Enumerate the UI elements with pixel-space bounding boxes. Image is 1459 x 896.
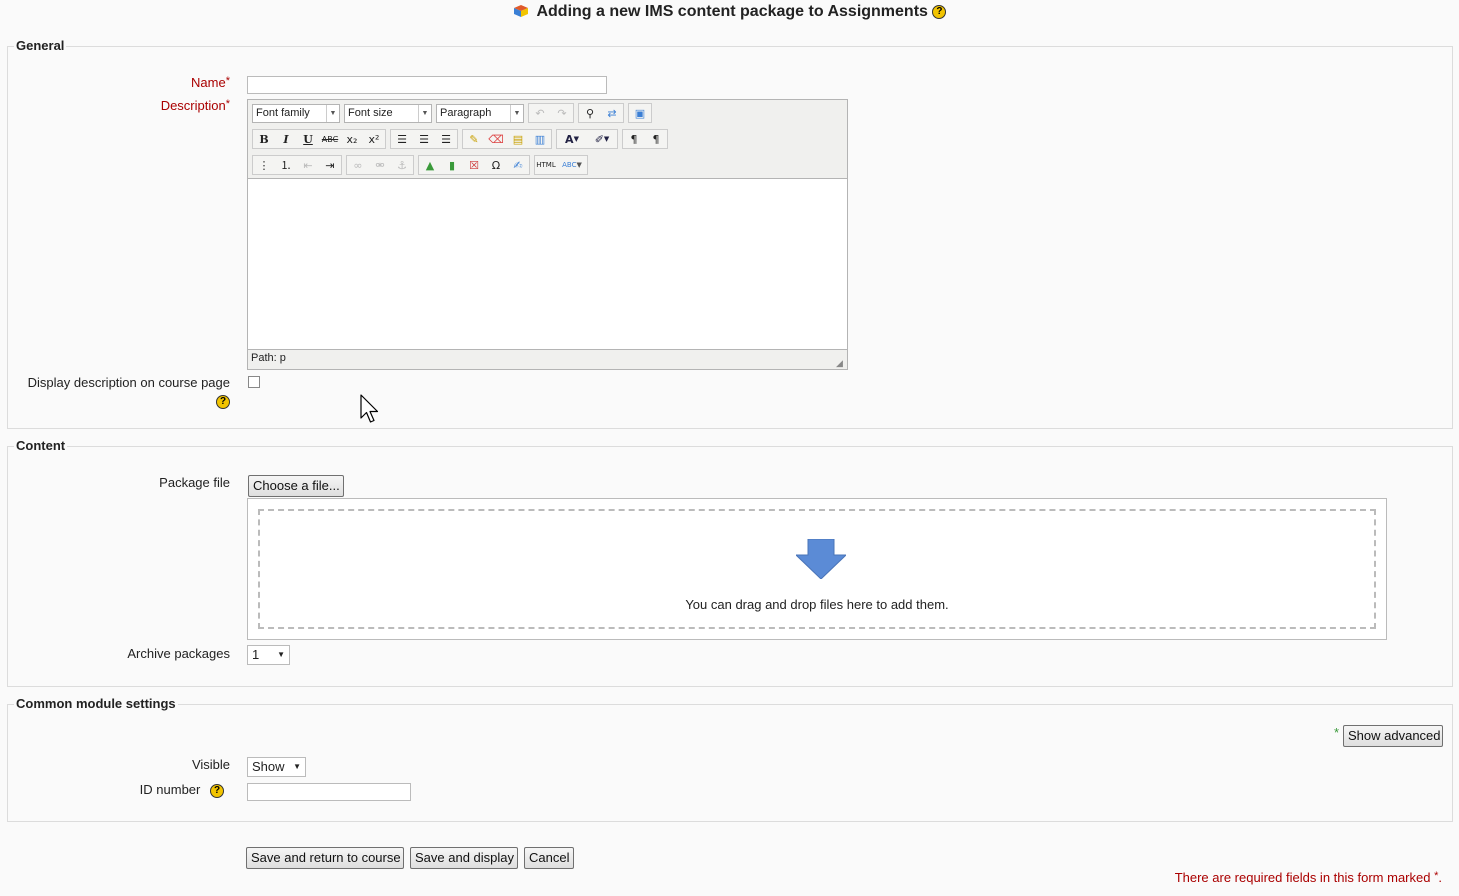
display-description-checkbox[interactable] xyxy=(248,376,260,388)
image-icon[interactable]: ▲ xyxy=(419,156,441,174)
mouse-cursor-icon xyxy=(360,394,379,423)
name-label: Name* xyxy=(191,75,230,90)
align-left-icon[interactable]: ☰ xyxy=(391,130,413,148)
package-file-label: Package file xyxy=(159,475,230,490)
omega-icon[interactable]: Ω xyxy=(485,156,507,174)
page-title-text: Adding a new IMS content package to Assi… xyxy=(536,3,928,20)
direction-group: ¶ ¶ xyxy=(622,129,668,149)
fullscreen-icon[interactable]: ▣ xyxy=(629,104,651,122)
bullet-list-icon[interactable]: ⋮ xyxy=(253,156,275,174)
strikethrough-button[interactable]: ABC xyxy=(319,130,341,148)
save-display-button[interactable]: Save and display xyxy=(410,847,518,869)
general-section: General Name* Description* Font family ▼ … xyxy=(7,38,1453,429)
common-settings-section: Common module settings * Show advanced V… xyxy=(7,696,1453,822)
editor-path: Path: p xyxy=(251,352,286,364)
page-title: Adding a new IMS content package to Assi… xyxy=(0,3,1459,21)
archive-packages-label: Archive packages xyxy=(127,646,230,661)
eraser-icon[interactable]: ⌫ xyxy=(485,130,507,148)
paste-word-icon[interactable]: ▥ xyxy=(529,130,551,148)
italic-button[interactable]: I xyxy=(275,130,297,148)
help-icon[interactable]: ? xyxy=(216,394,230,409)
chevron-down-icon: ▼ xyxy=(510,104,523,122)
choose-file-button[interactable]: Choose a file... xyxy=(248,475,344,497)
text-color-icon[interactable]: A ▼ xyxy=(557,130,587,148)
archive-packages-select[interactable]: 1 ▼ xyxy=(247,645,290,665)
advanced-marker: * xyxy=(1334,725,1340,740)
undo-redo-group: ↶ ↷ xyxy=(528,103,574,123)
help-icon[interactable]: ? xyxy=(210,783,224,798)
nolink-icon[interactable]: ☒ xyxy=(463,156,485,174)
spellcheck-icon[interactable]: ABC ▼ xyxy=(557,156,587,174)
media-icon[interactable]: ▮ xyxy=(441,156,463,174)
chevron-down-icon: ▼ xyxy=(277,650,285,659)
chevron-down-icon: ▼ xyxy=(293,762,301,771)
format-group: B I U ABC x₂ x² xyxy=(252,129,386,149)
numbered-list-icon[interactable]: ⒈ xyxy=(275,156,297,174)
align-center-icon[interactable]: ☰ xyxy=(413,130,435,148)
chevron-down-icon: ▼ xyxy=(326,104,339,122)
rtl-icon[interactable]: ¶ xyxy=(645,130,667,148)
general-legend: General xyxy=(14,38,67,53)
bold-button[interactable]: B xyxy=(253,130,275,148)
description-textarea[interactable] xyxy=(248,178,847,350)
idnumber-label: ID number ? xyxy=(140,782,224,798)
name-input[interactable] xyxy=(247,76,607,94)
drop-arrow-icon xyxy=(796,539,846,579)
highlight-color-icon[interactable]: ✐ ▼ xyxy=(587,130,617,148)
common-settings-legend: Common module settings xyxy=(14,696,178,711)
editor-toolbar-row-1: Font family ▼ Font size ▼ Paragraph ▼ ↶ ↷ ⚲… xyxy=(252,102,656,124)
font-size-select[interactable]: Font size ▼ xyxy=(344,103,432,123)
content-legend: Content xyxy=(14,438,68,453)
outdent-icon[interactable]: ⇤ xyxy=(297,156,319,174)
superscript-button[interactable]: x² xyxy=(363,130,385,148)
html-button[interactable]: HTML xyxy=(535,156,557,174)
help-icon[interactable]: ? xyxy=(932,4,947,19)
show-advanced-button[interactable]: Show advanced xyxy=(1343,725,1443,747)
cancel-button[interactable]: Cancel xyxy=(524,847,574,869)
editor-toolbar-row-2: B I U ABC x₂ x² ☰ ☰ ☰ ✎ ⌫ ▤ ▥ A ▼ ✐ ▼ ¶ … xyxy=(252,128,672,150)
paste-text-icon[interactable]: ▤ xyxy=(507,130,529,148)
undo-icon[interactable]: ↶ xyxy=(529,104,551,122)
display-description-label: Display description on course page ? xyxy=(27,375,230,409)
cleanup-icon[interactable]: ✎ xyxy=(463,130,485,148)
idnumber-input[interactable] xyxy=(247,783,411,801)
content-section: Content Package file Choose a file... Yo… xyxy=(7,438,1453,687)
editor-toolbar-row-3: ⋮ ⒈ ⇤ ⇥ ∞ ⚮ ⚓ ▲ ▮ ☒ Ω ✍ HTML ABC ▼ xyxy=(252,154,592,176)
required-fields-note: There are required fields in this form m… xyxy=(1174,870,1442,885)
resize-handle-icon[interactable]: ◢ xyxy=(836,358,846,368)
font-family-select[interactable]: Font family ▼ xyxy=(252,103,340,123)
visible-label: Visible xyxy=(191,757,230,772)
color-group: A ▼ ✐ ▼ xyxy=(556,129,618,149)
anchor-icon[interactable]: ⚓ xyxy=(391,156,413,174)
link-group: ∞ ⚮ ⚓ xyxy=(346,155,414,175)
fullscreen-group: ▣ xyxy=(628,103,652,123)
align-right-icon[interactable]: ☰ xyxy=(435,130,457,148)
search-group: ⚲ ⇄ xyxy=(578,103,624,123)
indent-icon[interactable]: ⇥ xyxy=(319,156,341,174)
equation-icon[interactable]: ✍ xyxy=(507,156,529,174)
save-return-button[interactable]: Save and return to course xyxy=(246,847,404,869)
paragraph-select[interactable]: Paragraph ▼ xyxy=(436,103,524,123)
list-group: ⋮ ⒈ ⇤ ⇥ xyxy=(252,155,342,175)
underline-button[interactable]: U xyxy=(297,130,319,148)
clipboard-group: ✎ ⌫ ▤ ▥ xyxy=(462,129,552,149)
file-manager: You can drag and drop files here to add … xyxy=(247,498,1387,640)
visible-select[interactable]: Show ▼ xyxy=(247,757,306,777)
align-group: ☰ ☰ ☰ xyxy=(390,129,458,149)
description-editor: Font family ▼ Font size ▼ Paragraph ▼ ↶ ↷ ⚲… xyxy=(247,99,848,370)
source-group: HTML ABC ▼ xyxy=(534,155,588,175)
replace-icon[interactable]: ⇄ xyxy=(601,104,623,122)
insert-group: ▲ ▮ ☒ Ω ✍ xyxy=(418,155,530,175)
module-icon xyxy=(513,5,528,17)
subscript-button[interactable]: x₂ xyxy=(341,130,363,148)
file-dropzone[interactable]: You can drag and drop files here to add … xyxy=(258,509,1376,629)
chevron-down-icon: ▼ xyxy=(418,104,431,122)
description-label: Description* xyxy=(160,98,230,113)
unlink-icon[interactable]: ⚮ xyxy=(369,156,391,174)
redo-icon[interactable]: ↷ xyxy=(551,104,573,122)
link-icon[interactable]: ∞ xyxy=(347,156,369,174)
find-icon[interactable]: ⚲ xyxy=(579,104,601,122)
drop-text: You can drag and drop files here to add … xyxy=(685,597,949,612)
ltr-icon[interactable]: ¶ xyxy=(623,130,645,148)
